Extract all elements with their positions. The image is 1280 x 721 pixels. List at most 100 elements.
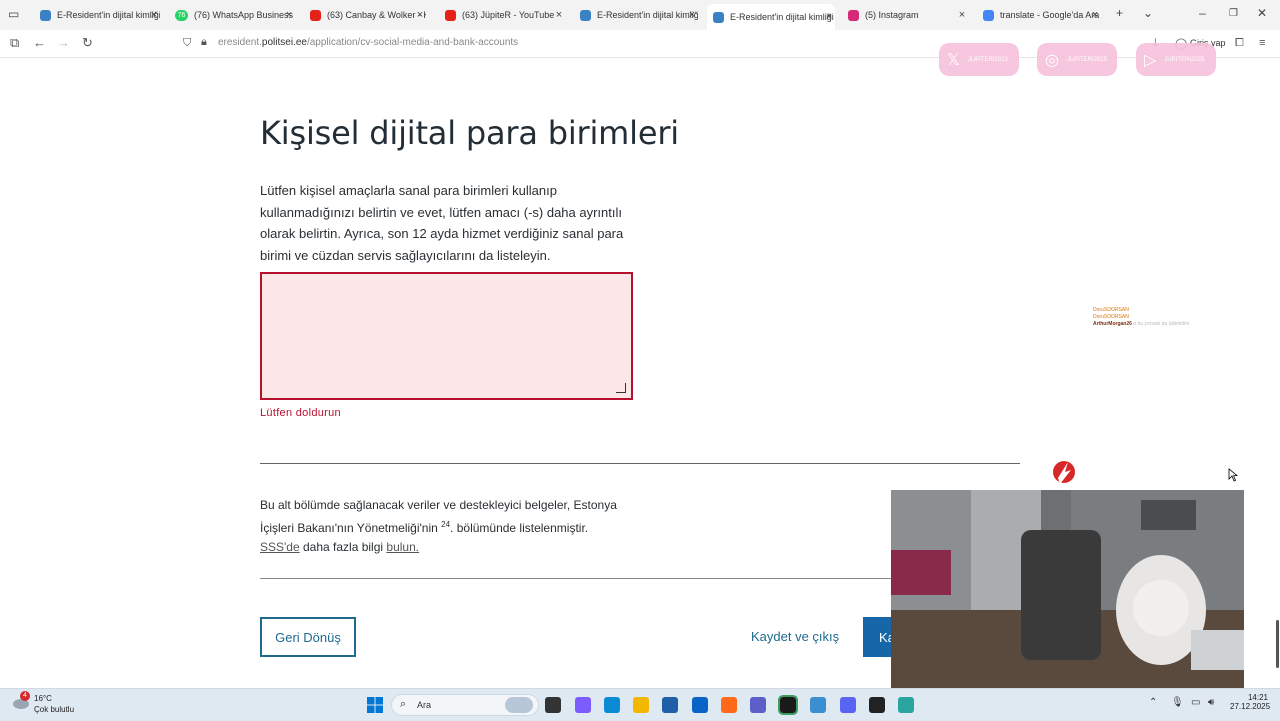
stream-chat: DoruSOORSAN DoruSOORSAN ArthurMorgan26 o… [1093, 307, 1189, 328]
discord-icon[interactable] [840, 697, 856, 713]
network-icon[interactable]: ▭ [1191, 697, 1200, 708]
clock-date: 27.12.2025 [1230, 702, 1271, 711]
close-tab-icon[interactable]: × [414, 4, 426, 26]
close-tab-icon[interactable]: × [956, 4, 968, 26]
instagram-icon: ◎ [1045, 51, 1059, 69]
tab-actions-icon[interactable]: ▭ [8, 7, 19, 21]
youtube-icon [445, 9, 456, 21]
active-app-icon[interactable] [778, 695, 798, 715]
minimize-icon[interactable]: – [1199, 6, 1206, 20]
error-message: Lütfen doldurun [260, 407, 341, 419]
page-title: Kişisel dijital para birimleri [260, 114, 679, 152]
copilot-icon[interactable] [575, 697, 591, 713]
mouse-cursor-icon [1228, 468, 1238, 482]
tab-title: translate - Google'da Ara [1000, 10, 1100, 20]
social-handle: JUPITERI2025 [1164, 56, 1205, 63]
whatsapp-icon: 76 [175, 9, 188, 21]
browser-tab[interactable]: (5) Instagram × [842, 4, 968, 26]
chat-message: o bu yorsaki da lukimidim [1133, 321, 1190, 327]
task-view-icon[interactable] [545, 697, 561, 713]
description-text: Lütfen kişisel amaçlarla sanal para biri… [260, 183, 624, 263]
close-tab-icon[interactable]: × [148, 4, 160, 26]
tab-list-chevron-icon[interactable]: ⌄ [1143, 6, 1153, 20]
extensions-icon[interactable]: ⧠ [1235, 37, 1244, 50]
tab-title: E-Resident'in dijital kimliği [57, 10, 160, 20]
widgets-icon[interactable] [505, 697, 533, 713]
network-app-icon[interactable] [898, 697, 914, 713]
search-icon: ⌕ [400, 698, 407, 710]
microphone-icon[interactable]: 🎙︎ [1171, 697, 1184, 708]
tab-title: (76) WhatsApp Business [194, 10, 294, 20]
shield-icon [580, 9, 591, 21]
browser-tab[interactable]: E-Resident'in dijital kimliği × [574, 4, 698, 26]
faq-link[interactable]: SSS'de [260, 540, 300, 554]
tab-title: (5) Instagram [865, 10, 919, 20]
chat-user: DoruSOORSAN [1093, 314, 1129, 320]
find-link[interactable]: bulun. [386, 540, 419, 554]
firefox-icon[interactable] [721, 697, 737, 713]
settings-icon[interactable] [810, 697, 826, 713]
social-overlay-badge: ◎ JUPITERI2025 [1037, 43, 1117, 76]
close-tab-icon[interactable]: × [283, 4, 295, 26]
weather-desc: Çok bulutlu [34, 705, 75, 714]
close-tab-icon[interactable]: × [686, 4, 698, 26]
epic-games-icon[interactable] [869, 697, 885, 713]
browser-tab[interactable]: (63) Canbay & Wolker - Ka × [304, 4, 426, 26]
lock-icon[interactable]: 🔒︎ [201, 36, 207, 49]
weather-icon[interactable]: 4 [12, 691, 30, 711]
clock[interactable]: 14:21 27.12.2025 [1230, 693, 1271, 711]
resize-grip-icon[interactable] [616, 383, 626, 393]
maximize-icon[interactable]: ❐ [1229, 8, 1238, 19]
stream-logo-icon [1053, 461, 1075, 484]
close-tab-icon[interactable]: × [823, 4, 835, 30]
browser-tab[interactable]: translate - Google'da Ara × [977, 4, 1101, 26]
scrollbar-thumb[interactable] [1276, 620, 1279, 668]
tracking-shield-icon[interactable]: ⛉ [183, 37, 191, 50]
info-text: Bu alt bölümde sağlanacak veriler ve des… [260, 498, 617, 554]
tab-title: E-Resident'in dijital kimliği [597, 10, 698, 20]
url-field[interactable]: eresident.politsei.ee/application/cv-soc… [218, 37, 518, 48]
back-button[interactable]: Geri Dönüş [260, 617, 356, 657]
volume-icon[interactable]: 🔊︎ [1208, 697, 1214, 708]
browser-tab[interactable]: E-Resident'in dijital kimliği × [34, 4, 160, 26]
tab-strip: ▭ E-Resident'in dijital kimliği × 76 (76) W… [0, 0, 1280, 30]
close-tab-icon[interactable]: × [553, 4, 565, 26]
shield-icon [713, 11, 724, 23]
windows-start-icon[interactable] [367, 697, 383, 713]
divider [260, 463, 1020, 464]
teams-icon[interactable] [750, 697, 766, 713]
edge-icon[interactable] [604, 697, 620, 713]
menu-icon[interactable]: ≡ [1259, 37, 1265, 49]
tray-chevron-icon[interactable]: ⌃ [1149, 697, 1157, 708]
social-overlay-badge: 𝕏 JUPITERI2022 [939, 43, 1019, 76]
browser-tab[interactable]: E-Resident'in dijital kimliği × [707, 4, 835, 30]
chat-user: DoruSOORSAN [1093, 307, 1129, 313]
social-handle: JUPITERI2022 [967, 56, 1008, 63]
browser-tab[interactable]: 76 (76) WhatsApp Business × [169, 4, 295, 26]
forward-arrow-icon[interactable]: → [57, 35, 70, 50]
back-arrow-icon[interactable]: ← [33, 35, 46, 50]
tab-title: (63) Canbay & Wolker - Ka [327, 10, 426, 20]
divider [260, 578, 891, 579]
store-icon[interactable] [662, 697, 678, 713]
collections-icon[interactable]: ⧉ [10, 35, 19, 51]
social-handle: JUPITERI2025 [1066, 56, 1107, 63]
shield-icon [40, 9, 51, 21]
close-tab-icon[interactable]: × [1089, 4, 1101, 26]
file-explorer-icon[interactable] [633, 697, 649, 713]
chat-user: ArthurMorgan26 [1093, 321, 1132, 327]
tab-title: (63) JüpiteR - YouTube [462, 10, 555, 20]
google-icon [983, 9, 994, 21]
browser-tab[interactable]: (63) JüpiteR - YouTube × [439, 4, 565, 26]
save-exit-button[interactable]: Kaydet ve çıkış [751, 629, 839, 644]
taskbar: 4 16°C Çok bulutlu ⌕ Ara ⌃ 🎙︎ ▭ 🔊︎ 14:21… [0, 688, 1280, 721]
weather-badge: 4 [20, 691, 30, 701]
instagram-icon [848, 9, 859, 21]
refresh-icon[interactable]: ↻ [82, 35, 93, 51]
outlook-icon[interactable] [692, 697, 708, 713]
crypto-textarea[interactable] [260, 272, 633, 400]
new-tab-icon[interactable]: + [1116, 6, 1123, 20]
weather-temp: 16°C [34, 694, 52, 703]
close-window-icon[interactable]: ✕ [1257, 6, 1267, 20]
youtube-icon [310, 9, 321, 21]
